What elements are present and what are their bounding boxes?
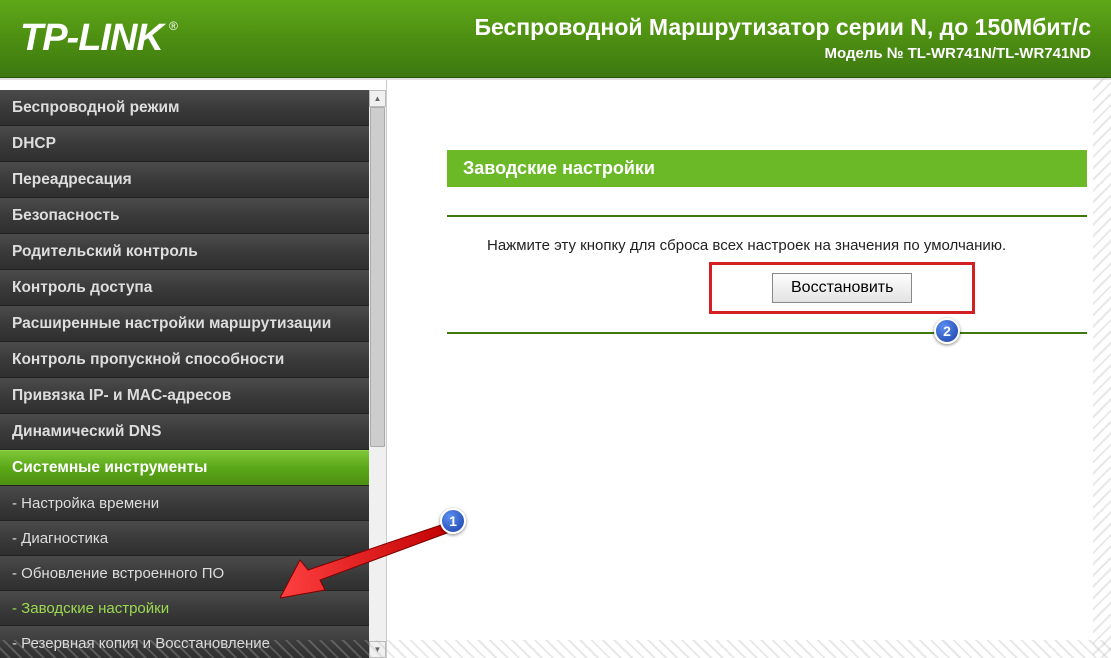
restore-highlight-box: Восстановить	[709, 262, 975, 314]
sidebar-item-ddns[interactable]: Динамический DNS	[0, 414, 369, 450]
scroll-up-icon[interactable]: ▲	[369, 90, 386, 107]
callout-badge-2: 2	[934, 318, 960, 344]
app-header: TP-LINK Беспроводной Маршрутизатор серии…	[0, 0, 1111, 78]
sidebar-item-dhcp[interactable]: DHCP	[0, 126, 369, 162]
sidebar-item-ip-mac[interactable]: Привязка IP- и MAC-адресов	[0, 378, 369, 414]
sidebar-item-access-control[interactable]: Контроль доступа	[0, 270, 369, 306]
sidebar-item-factory-reset[interactable]: - Заводские настройки	[0, 591, 369, 626]
restore-button[interactable]: Восстановить	[772, 273, 912, 303]
sidebar-item-system-tools[interactable]: Системные инструменты	[0, 450, 369, 486]
instruction-text: Нажмите эту кнопку для сброса всех настр…	[447, 237, 1111, 254]
nav-sidebar: Беспроводной режим DHCP Переадресация Бе…	[0, 90, 369, 658]
sidebar-scrollbar[interactable]: ▲ ▼	[369, 90, 386, 658]
model-number: Модель № TL-WR741N/TL-WR741ND	[474, 45, 1091, 62]
sidebar-item-wireless[interactable]: Беспроводной режим	[0, 90, 369, 126]
sidebar-item-backup[interactable]: - Резервная копия и Восстановление	[0, 626, 369, 658]
scrollbar-thumb[interactable]	[370, 107, 385, 447]
divider-bottom	[447, 332, 1087, 334]
scrollbar-track[interactable]	[369, 107, 386, 641]
divider-top	[447, 215, 1087, 217]
sidebar-item-time[interactable]: - Настройка времени	[0, 486, 369, 521]
main-content: Заводские настройки Нажмите эту кнопку д…	[387, 80, 1111, 658]
brand-logo: TP-LINK	[20, 17, 163, 60]
sidebar-item-diagnostics[interactable]: - Диагностика	[0, 521, 369, 556]
sidebar-item-routing[interactable]: Расширенные настройки маршрутизации	[0, 306, 369, 342]
scroll-down-icon[interactable]: ▼	[369, 641, 386, 658]
product-title: Беспроводной Маршрутизатор серии N, до 1…	[474, 14, 1091, 41]
sidebar-container: Беспроводной режим DHCP Переадресация Бе…	[0, 80, 387, 658]
sidebar-item-parental[interactable]: Родительский контроль	[0, 234, 369, 270]
callout-badge-1: 1	[440, 508, 466, 534]
header-text: Беспроводной Маршрутизатор серии N, до 1…	[474, 14, 1091, 62]
sidebar-item-security[interactable]: Безопасность	[0, 198, 369, 234]
sidebar-item-firmware[interactable]: - Обновление встроенного ПО	[0, 556, 369, 591]
panel-title: Заводские настройки	[447, 150, 1087, 187]
sidebar-item-bandwidth[interactable]: Контроль пропускной способности	[0, 342, 369, 378]
sidebar-item-forwarding[interactable]: Переадресация	[0, 162, 369, 198]
